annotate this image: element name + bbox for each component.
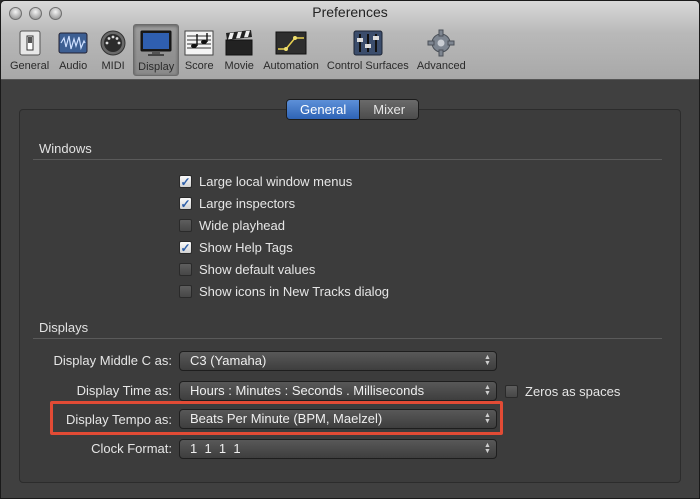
toolbar-label: Score: [184, 60, 214, 72]
tab-mixer[interactable]: Mixer: [359, 100, 419, 119]
toolbar-item-score[interactable]: Score: [179, 24, 219, 76]
select-value: Hours : Minutes : Seconds . Milliseconds: [190, 383, 425, 398]
checkbox[interactable]: [179, 219, 192, 232]
midi-port-icon: [97, 28, 129, 58]
toolbar-item-general[interactable]: General: [6, 24, 53, 76]
windows-section-title: Windows: [39, 141, 92, 156]
toolbar-item-midi[interactable]: MIDI: [93, 24, 133, 76]
option-label: Show icons in New Tracks dialog: [199, 284, 390, 299]
option-label: Show Help Tags: [199, 240, 293, 255]
windows-divider: [33, 159, 662, 160]
option-label: Wide playhead: [199, 218, 285, 233]
toolbar-label: Control Surfaces: [326, 60, 409, 72]
displays-section-title: Displays: [39, 320, 89, 335]
general-switch-icon: [14, 28, 46, 58]
tab-general[interactable]: General: [287, 100, 360, 119]
checkbox[interactable]: ✓: [179, 197, 192, 210]
toolbar-item-control-surfaces[interactable]: Control Surfaces: [323, 24, 413, 76]
option-show-help-tags[interactable]: ✓ Show Help Tags: [179, 240, 293, 255]
clock-format-select[interactable]: 1 1 1 1 ▲ ▼: [179, 439, 497, 459]
option-large-inspectors[interactable]: ✓ Large inspectors: [179, 196, 295, 211]
title-bar: Preferences General Audio MIDI Display S…: [1, 1, 699, 80]
option-zeros-as-spaces[interactable]: Zeros as spaces: [505, 384, 620, 399]
updown-arrows-icon: ▲ ▼: [484, 354, 491, 367]
toolbar-item-display[interactable]: Display: [133, 24, 180, 76]
checkbox[interactable]: [179, 285, 192, 298]
faders-icon: [352, 28, 384, 58]
select-value: 1 1 1 1: [190, 441, 241, 456]
select-value: C3 (Yamaha): [190, 353, 267, 368]
toolbar-item-automation[interactable]: Automation: [259, 24, 323, 76]
updown-arrows-icon: ▲ ▼: [484, 384, 491, 397]
toolbar-label: Audio: [59, 60, 88, 72]
toolbar-item-audio[interactable]: Audio: [53, 24, 93, 76]
toolbar-item-advanced[interactable]: Advanced: [413, 24, 470, 76]
toolbar-label: Advanced: [416, 60, 466, 72]
option-label: Show default values: [199, 262, 316, 277]
time-format-select[interactable]: Hours : Minutes : Seconds . Milliseconds…: [179, 381, 497, 401]
time-label: Display Time as:: [76, 383, 172, 398]
tab-bar: General Mixer: [286, 99, 420, 120]
toolbar-label: Display: [138, 61, 175, 73]
option-show-icons-new-tracks[interactable]: Show icons in New Tracks dialog: [179, 284, 389, 299]
option-label: Zeros as spaces: [525, 384, 621, 399]
updown-arrows-icon: ▲ ▼: [484, 442, 491, 455]
option-label: Large local window menus: [199, 174, 353, 189]
toolbar-label: MIDI: [101, 60, 125, 72]
option-show-default-values[interactable]: Show default values: [179, 262, 315, 277]
checkbox[interactable]: [179, 263, 192, 276]
preferences-window: Preferences General Audio MIDI Display S…: [0, 0, 700, 499]
gear-icon: [425, 28, 457, 58]
middle-c-select[interactable]: C3 (Yamaha) ▲ ▼: [179, 351, 497, 371]
option-large-local-window-menus[interactable]: ✓ Large local window menus: [179, 174, 352, 189]
tempo-highlight-box: [50, 401, 503, 435]
option-wide-playhead[interactable]: Wide playhead: [179, 218, 285, 233]
preferences-toolbar: General Audio MIDI Display Score Movie A…: [6, 24, 470, 76]
middle-c-label: Display Middle C as:: [53, 353, 173, 368]
option-label: Large inspectors: [199, 196, 296, 211]
score-notes-icon: [183, 28, 215, 58]
toolbar-label: Automation: [263, 60, 319, 72]
automation-curve-icon: [275, 28, 307, 58]
clock-format-label: Clock Format:: [91, 441, 172, 456]
toolbar-item-movie[interactable]: Movie: [219, 24, 259, 76]
checkbox[interactable]: ✓: [179, 241, 192, 254]
checkbox[interactable]: [505, 385, 518, 398]
display-monitor-icon: [140, 29, 172, 59]
toolbar-label: General: [10, 60, 50, 72]
audio-waveform-icon: [57, 28, 89, 58]
clapperboard-icon: [223, 28, 255, 58]
displays-divider: [33, 338, 662, 339]
window-title: Preferences: [312, 4, 388, 20]
checkbox[interactable]: ✓: [179, 175, 192, 188]
toolbar-label: Movie: [224, 60, 254, 72]
